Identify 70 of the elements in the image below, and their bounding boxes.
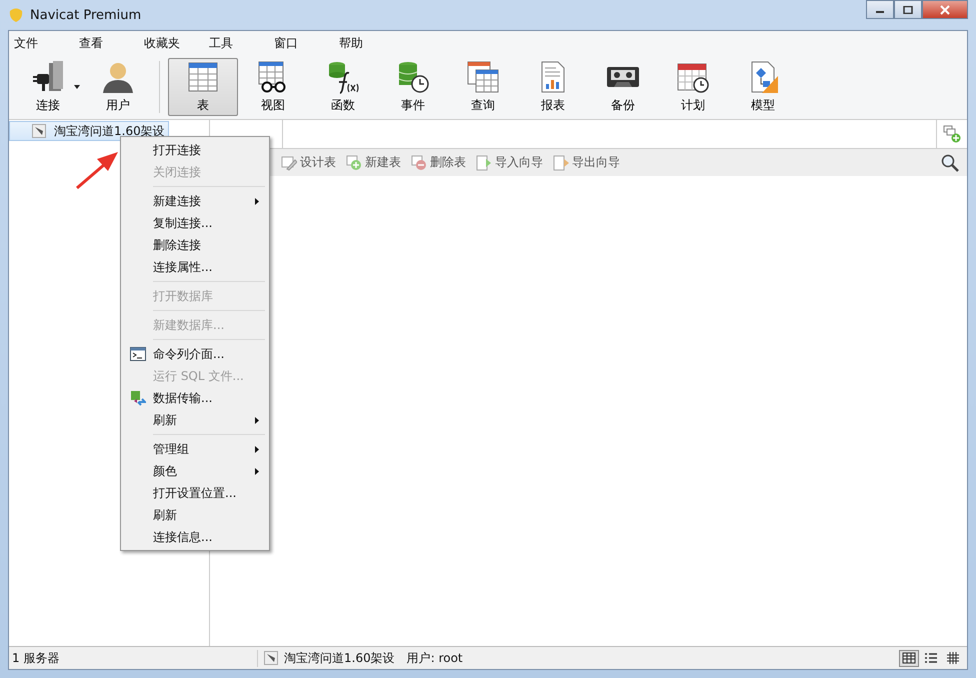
connection-name: 淘宝湾问道1.60架设 bbox=[284, 650, 395, 666]
context-menu-item[interactable]: 刷新 bbox=[123, 409, 267, 431]
close-icon bbox=[940, 4, 950, 14]
add-table-icon bbox=[346, 154, 362, 170]
context-menu-item[interactable]: 新建连接 bbox=[123, 190, 267, 212]
menu-item[interactable]: 窗口 bbox=[269, 34, 334, 52]
toolbar-button[interactable]: 模型 bbox=[728, 58, 798, 116]
plug-icon bbox=[31, 60, 65, 94]
query-icon bbox=[466, 60, 500, 94]
connection-icon bbox=[32, 124, 46, 138]
object-toolbar-button[interactable]: 删除表 bbox=[408, 154, 469, 171]
database-clock-icon bbox=[396, 60, 430, 94]
toolbar-button[interactable]: 用户 bbox=[83, 58, 153, 116]
database-arrows-icon bbox=[130, 390, 146, 406]
context-menu-item[interactable]: 管理组 bbox=[123, 438, 267, 460]
view-mode-button[interactable] bbox=[899, 650, 919, 666]
menu-item[interactable]: 查看 bbox=[74, 34, 139, 52]
menu-item[interactable]: 工具 bbox=[204, 34, 269, 52]
submenu-arrow-icon bbox=[255, 198, 259, 204]
server-count: 1 服务器 bbox=[9, 650, 258, 666]
close-button[interactable] bbox=[922, 0, 968, 19]
tree-item[interactable]: 淘宝湾问道1.60架设 bbox=[9, 121, 169, 141]
context-menu-item[interactable]: 命令列介面... bbox=[123, 343, 267, 365]
import-icon bbox=[476, 154, 492, 170]
pencil-table-icon bbox=[281, 154, 297, 170]
maximize-button[interactable] bbox=[894, 0, 922, 19]
context-menu-item[interactable]: 颜色 bbox=[123, 460, 267, 482]
user-icon bbox=[101, 60, 135, 94]
search-icon[interactable] bbox=[941, 154, 959, 172]
menu-item[interactable]: 文件 bbox=[9, 34, 74, 52]
object-toolbar-button[interactable]: 设计表 bbox=[278, 154, 339, 171]
add-table-icon bbox=[943, 125, 961, 143]
submenu-arrow-icon bbox=[255, 416, 259, 424]
table-icon bbox=[186, 60, 220, 94]
delete-table-icon bbox=[411, 154, 427, 170]
context-menu-item[interactable]: 数据传输... bbox=[123, 387, 267, 409]
caret-icon bbox=[74, 85, 80, 89]
submenu-arrow-icon bbox=[255, 446, 259, 452]
maximize-icon bbox=[903, 6, 913, 14]
annotation-arrow bbox=[75, 150, 119, 190]
terminal-icon bbox=[130, 347, 146, 361]
toolbar-button[interactable]: 报表 bbox=[518, 58, 588, 116]
toolbar-button[interactable]: 计划 bbox=[658, 58, 728, 116]
submenu-arrow-icon bbox=[255, 468, 259, 474]
object-toolbar-button[interactable]: 新建表 bbox=[343, 154, 404, 171]
menu-item[interactable]: 收藏夹 bbox=[139, 34, 204, 52]
context-menu-item[interactable]: 打开设置位置... bbox=[123, 482, 267, 504]
toolbar-button[interactable]: 视图 bbox=[238, 58, 308, 116]
export-icon bbox=[553, 154, 569, 170]
context-menu-item[interactable]: 刷新 bbox=[123, 504, 267, 526]
object-toolbar-button[interactable]: 导入向导 bbox=[473, 154, 546, 171]
context-menu-item[interactable]: 删除连接 bbox=[123, 234, 267, 256]
object-toolbar-button[interactable]: 导出向导 bbox=[550, 154, 623, 171]
connection-icon bbox=[264, 651, 278, 665]
menu-item[interactable]: 帮助 bbox=[334, 34, 399, 52]
app-logo-icon bbox=[8, 7, 24, 23]
toolbar-button[interactable]: 连接 bbox=[13, 58, 83, 116]
toolbar-button[interactable]: 查询 bbox=[448, 58, 518, 116]
context-menu-item[interactable]: 连接属性... bbox=[123, 256, 267, 278]
context-menu-item[interactable]: 连接信息... bbox=[123, 526, 267, 548]
toolbar-button[interactable]: 函数 bbox=[308, 58, 378, 116]
context-menu-item[interactable]: 打开连接 bbox=[123, 139, 267, 161]
toolbar-button[interactable]: 事件 bbox=[378, 58, 448, 116]
function-icon bbox=[326, 60, 360, 94]
window-title: Navicat Premium bbox=[30, 8, 142, 22]
toolbar-button[interactable]: 备份 bbox=[588, 58, 658, 116]
toolbar-button[interactable]: 表 bbox=[168, 58, 238, 116]
minimize-button[interactable] bbox=[866, 0, 894, 19]
user-name: 用户: root bbox=[406, 650, 463, 666]
context-menu-item[interactable]: 复制连接... bbox=[123, 212, 267, 234]
